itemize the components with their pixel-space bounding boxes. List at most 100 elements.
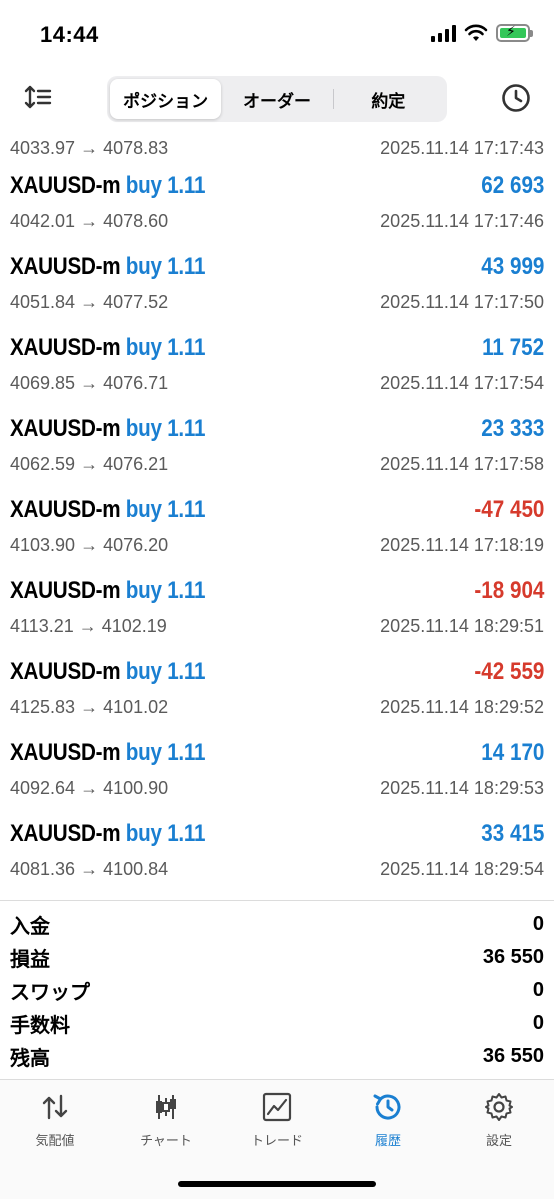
- gear-icon: [485, 1093, 513, 1121]
- tab-chart[interactable]: チャート: [111, 1090, 221, 1150]
- top-toolbar: ポジション オーダー 約定: [0, 70, 554, 126]
- tab-orders[interactable]: オーダー: [221, 79, 332, 119]
- tab-settings-label: 設定: [485, 1133, 512, 1148]
- list-item[interactable]: XAUUSD-m buy 1.11 43 999 4051.84 → 4077.52…: [0, 251, 554, 332]
- account-summary: 入金 0 損益 36 550 スワップ 0 手数料 0 残高 36 550: [10, 908, 544, 1073]
- tab-deals[interactable]: 約定: [332, 79, 444, 119]
- trade-profit: 62 693: [480, 172, 544, 199]
- trade-side-volume: buy 1.11: [125, 172, 206, 199]
- trade-symbol-name: XAUUSD-m: [10, 577, 121, 604]
- trade-symbol: XAUUSD-m buy 1.11: [10, 172, 205, 200]
- clock-icon: [502, 84, 530, 112]
- trade-symbol-name: XAUUSD-m: [10, 415, 121, 442]
- history-filter-button[interactable]: [500, 82, 532, 114]
- trade-time: 2025.11.14 18:29:52: [380, 697, 544, 717]
- summary-deposit: 入金 0: [10, 908, 544, 941]
- summary-swap: スワップ 0: [10, 974, 544, 1007]
- summary-label: 残高: [10, 1048, 50, 1070]
- trade-side-volume: buy 1.11: [125, 739, 206, 766]
- list-item[interactable]: XAUUSD-m buy 1.11 62 693 4042.01 → 4078.60…: [0, 170, 554, 251]
- trade-prices: 4033.97 → 4078.83: [10, 138, 169, 158]
- trade-prices: 4042.01 → 4078.60: [10, 211, 169, 231]
- trade-symbol-name: XAUUSD-m: [10, 253, 121, 280]
- summary-value: 0: [532, 1012, 544, 1034]
- list-item[interactable]: XAUUSD-m buy 1.11 23 333 4062.59 → 4076.21…: [0, 413, 554, 494]
- trade-profit: 33 415: [480, 820, 544, 847]
- trade-time: 2025.11.14 17:17:50: [380, 292, 544, 312]
- trade-profit: -18 904: [473, 577, 544, 604]
- trade-history-list: 4033.97 → 4078.83 2025.11.14 17:17:43 XA…: [0, 128, 554, 899]
- trade-time: 2025.11.14 17:17:58: [380, 454, 544, 474]
- trade-side-volume: buy 1.11: [125, 253, 206, 280]
- trade-side-volume: buy 1.11: [125, 577, 206, 604]
- trade-side-volume: buy 1.11: [125, 415, 206, 442]
- summary-label: 入金: [10, 916, 50, 938]
- tab-trade-label: トレード: [250, 1133, 303, 1148]
- trade-symbol: XAUUSD-m buy 1.11: [10, 253, 205, 281]
- candlestick-chart-icon: [156, 1095, 176, 1119]
- trade-profit: -47 450: [473, 496, 544, 523]
- summary-value: 36 550: [482, 946, 544, 968]
- trade-time: 2025.11.14 17:17:54: [380, 373, 544, 393]
- cellular-signal-icon: [431, 24, 456, 42]
- trade-profit: -42 559: [473, 658, 544, 685]
- trade-prices: 4081.36 → 4100.84: [10, 859, 169, 879]
- history-icon: [373, 1094, 401, 1120]
- list-item[interactable]: XAUUSD-m buy 1.11 14 170 4092.64 → 4100.90…: [0, 737, 554, 818]
- tab-history-label: 履歴: [374, 1133, 401, 1148]
- tab-history[interactable]: 履歴: [333, 1090, 443, 1150]
- tab-orders-label: オーダー: [242, 91, 311, 111]
- trade-time: 2025.11.14 17:17:46: [380, 211, 544, 231]
- trade-symbol: XAUUSD-m buy 1.11: [10, 577, 205, 605]
- trade-prices: 4113.21 → 4102.19: [10, 616, 167, 636]
- summary-balance: 残高 36 550: [10, 1040, 544, 1073]
- trade-symbol-name: XAUUSD-m: [10, 658, 121, 685]
- list-item[interactable]: XAUUSD-m buy 1.11 -42 559 4125.83 → 4101.0…: [0, 656, 554, 737]
- wifi-icon: [464, 24, 488, 41]
- tab-positions[interactable]: ポジション: [110, 79, 222, 119]
- trade-side-volume: buy 1.11: [125, 496, 206, 523]
- tab-quotes-label: 気配値: [35, 1133, 75, 1148]
- trade-symbol-name: XAUUSD-m: [10, 496, 121, 523]
- view-segmented-control: ポジション オーダー 約定: [107, 76, 447, 122]
- trade-symbol: XAUUSD-m buy 1.11: [10, 496, 205, 524]
- list-item[interactable]: XAUUSD-m buy 1.11 11 752 4069.85 → 4076.71…: [0, 332, 554, 413]
- trade-symbol: XAUUSD-m buy 1.11: [10, 415, 205, 443]
- trade-time: 2025.11.14 17:17:43: [380, 138, 544, 158]
- list-item[interactable]: XAUUSD-m buy 1.11 -18 904 4113.21 → 4102.1…: [0, 575, 554, 656]
- tab-positions-label: ポジション: [123, 91, 209, 111]
- sort-icon: [24, 85, 52, 109]
- summary-profit: 損益 36 550: [10, 941, 544, 974]
- trade-profit: 11 752: [481, 334, 544, 361]
- trade-symbol-name: XAUUSD-m: [10, 334, 121, 361]
- status-bar: 14:44 ⚡: [0, 0, 554, 70]
- trade-symbol: XAUUSD-m buy 1.11: [10, 739, 205, 767]
- trade-symbol: XAUUSD-m buy 1.11: [10, 658, 205, 686]
- summary-label: 手数料: [10, 1015, 70, 1037]
- trade-time: 2025.11.14 17:18:19: [380, 535, 544, 555]
- trade-prices: 4103.90 → 4076.20: [10, 535, 169, 555]
- trade-profit: 43 999: [480, 253, 544, 280]
- summary-value: 36 550: [482, 1045, 544, 1067]
- list-item[interactable]: 4033.97 → 4078.83 2025.11.14 17:17:43: [0, 128, 554, 170]
- trade-prices: 4125.83 → 4101.02: [10, 697, 169, 717]
- trade-symbol: XAUUSD-m buy 1.11: [10, 820, 205, 848]
- trade-time: 2025.11.14 18:29:54: [380, 859, 544, 879]
- trade-symbol-name: XAUUSD-m: [10, 739, 121, 766]
- tab-deals-label: 約定: [371, 91, 406, 111]
- trade-symbol-name: XAUUSD-m: [10, 172, 121, 199]
- home-indicator: [178, 1181, 376, 1187]
- summary-label: 損益: [10, 949, 50, 971]
- list-item[interactable]: XAUUSD-m buy 1.11 33 415 4081.36 → 4100.84…: [0, 818, 554, 899]
- summary-value: 0: [532, 913, 544, 935]
- sort-button[interactable]: [22, 82, 56, 112]
- battery-icon: ⚡: [496, 23, 533, 42]
- tab-settings[interactable]: 設定: [444, 1090, 554, 1150]
- trade-symbol: XAUUSD-m buy 1.11: [10, 334, 205, 362]
- trade-side-volume: buy 1.11: [125, 658, 206, 685]
- tab-trade[interactable]: トレード: [222, 1090, 332, 1150]
- summary-commission: 手数料 0: [10, 1007, 544, 1040]
- list-item[interactable]: XAUUSD-m buy 1.11 -47 450 4103.90 → 4076.2…: [0, 494, 554, 575]
- tab-quotes[interactable]: 気配値: [0, 1090, 110, 1150]
- trade-prices: 4069.85 → 4076.71: [10, 373, 169, 393]
